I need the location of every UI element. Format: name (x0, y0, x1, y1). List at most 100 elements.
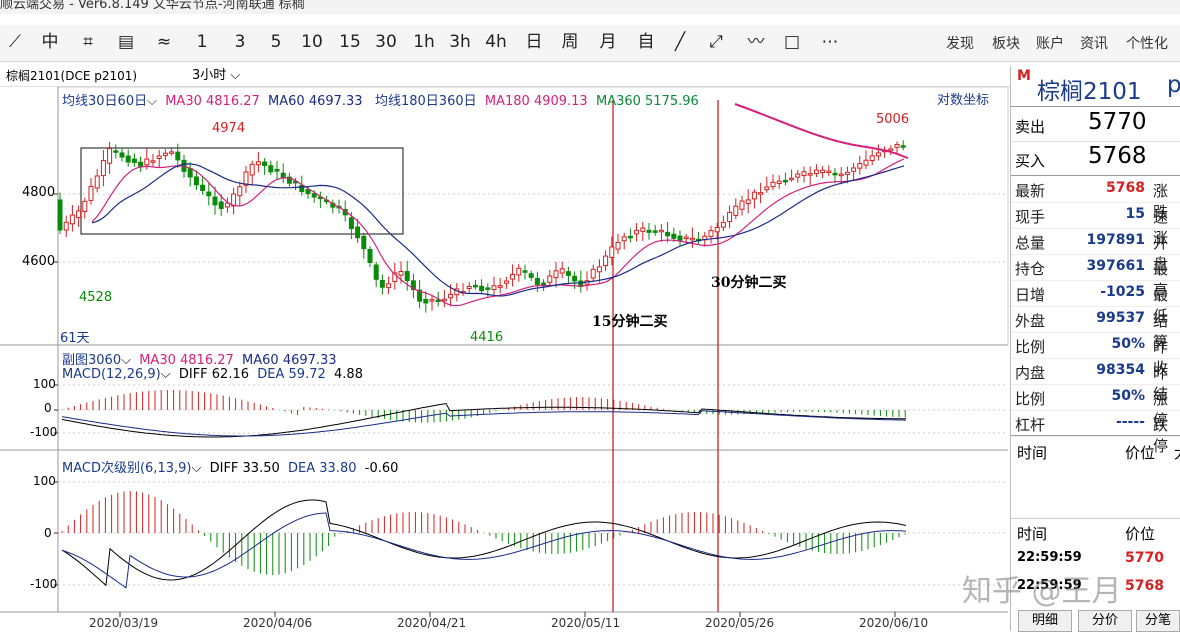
candle-body (677, 235, 683, 241)
low-price-label: 4528 (79, 290, 113, 305)
sell-row[interactable]: 卖出 5770 (1011, 106, 1180, 142)
menu-item[interactable]: 个性化 (1126, 33, 1168, 53)
date-label: 2020/05/11 (551, 616, 621, 630)
candle-body (745, 199, 751, 204)
macd-diff: DIFF 62.16 (178, 367, 250, 382)
candle-body (169, 151, 175, 154)
candle-body (733, 205, 739, 216)
contract-code-tail: p (1167, 72, 1180, 98)
quote-row: 内盘 98354 昨结 (1011, 358, 1180, 403)
quote-row: 现手 15 速涨 (1011, 202, 1180, 247)
quote-row-label: 最新 (1015, 182, 1046, 200)
candle-body (262, 161, 268, 167)
menu-item[interactable]: 账户 (1036, 33, 1064, 53)
candle-body (82, 200, 88, 212)
tab-price-distribution[interactable]: 分价 (1078, 610, 1132, 632)
quote-row: 持仓 397661 最高 (1011, 254, 1180, 299)
macd2-tick-label: -100 (30, 577, 58, 591)
candle-body (813, 169, 819, 174)
candle-body (553, 270, 559, 279)
candle-body (299, 184, 305, 193)
candle-body (398, 270, 404, 276)
date-label: 2020/03/19 (89, 616, 159, 630)
ma-group2-label[interactable]: 均线180日360日 (375, 94, 477, 109)
buy-label: 买入 (1015, 152, 1046, 170)
quote-row-label: 比例 (1015, 390, 1046, 408)
candle-body (348, 217, 354, 230)
candle-body (782, 179, 788, 183)
candle-body (572, 275, 578, 282)
candle-body (739, 200, 745, 210)
candle-body (547, 275, 553, 283)
candle-body (311, 193, 317, 198)
main-legend: 均线30日60日⌵ MA30 4816.27 MA60 4697.33 均线18… (62, 90, 699, 109)
macd-value: 4.88 (334, 367, 363, 382)
candle-body (671, 233, 677, 239)
quote-row-value: -1025 (1100, 284, 1145, 300)
candle-body (88, 185, 94, 201)
quote-row-value: 15 (1125, 206, 1145, 222)
quote-panel: M 棕榈2101 p 卖出 5770 买入 5768 最新 5768 涨跌 现手 15 速… (1010, 66, 1180, 631)
macd2-legend: MACD次级别(6,13,9)⌵ DIFF 33.50 DEA 33.80 -0… (62, 457, 398, 476)
candle-body (268, 165, 274, 173)
date-label: 2020/04/21 (397, 616, 467, 630)
quote-row: 比例 50% 涨停 (1011, 384, 1180, 429)
log-axis-toggle[interactable]: 对数坐标 (937, 89, 989, 108)
candle-body (485, 287, 491, 290)
annotation-15min-buy: 15分钟二买 (592, 314, 668, 330)
ma-group-label[interactable]: 均线30日60日 (62, 94, 147, 109)
candle-body (590, 268, 596, 279)
candle-body (193, 176, 199, 186)
quote-row: 总量 197891 开盘 (1011, 228, 1180, 273)
macd2-title[interactable]: MACD次级别(6,13,9) (62, 461, 191, 476)
quote-row-label: 外盘 (1015, 312, 1046, 330)
candle-body (503, 280, 509, 284)
macd2-tick-label: 0 (44, 526, 52, 540)
sub1-title[interactable]: 副图3060 (62, 353, 121, 368)
quote-row-label: 持仓 (1015, 260, 1046, 278)
candle-body (665, 231, 671, 237)
low-price-label: 4416 (470, 330, 504, 345)
candle-body (243, 171, 249, 186)
candle-body (218, 201, 224, 209)
ma60-label: MA60 4697.33 (268, 94, 363, 109)
candle-body (820, 169, 826, 174)
price-tick-label: 4800 (22, 185, 56, 200)
tab-detail[interactable]: 明细 (1018, 610, 1072, 632)
candle-body (875, 152, 881, 157)
quote-row-value: 5768 (1106, 180, 1145, 196)
menu-item[interactable]: 资讯 (1080, 33, 1108, 53)
candle-body (634, 229, 640, 235)
quote-row-label: 日增 (1015, 286, 1046, 304)
candle-body (689, 237, 695, 241)
quote-row-value: 98354 (1096, 362, 1145, 378)
candle-body (559, 268, 565, 274)
candle-body (255, 161, 261, 166)
macd2-value: -0.60 (364, 461, 399, 476)
macd2-dea: DEA 33.80 (288, 461, 357, 476)
candle-body (646, 229, 652, 233)
candle-body (200, 184, 206, 192)
candle-body (894, 143, 900, 148)
watermark: 知乎 @王月 (962, 574, 1122, 609)
candle-body (640, 227, 646, 232)
macd-title[interactable]: MACD(12,26,9) (62, 367, 161, 382)
sell-price: 5770 (1088, 109, 1147, 135)
buy-row[interactable]: 买入 5768 (1011, 141, 1180, 176)
candle-body (789, 177, 795, 181)
candle-body (522, 270, 528, 273)
candle-body (107, 148, 113, 164)
candle-body (615, 241, 621, 250)
candle-body (801, 171, 807, 177)
candle-body (94, 175, 100, 189)
candle-body (63, 221, 69, 231)
candle-body (379, 280, 385, 288)
candle-body (125, 155, 131, 163)
candle-body (119, 152, 125, 158)
candle-body (150, 160, 156, 163)
tab-tick[interactable]: 分笔 (1136, 610, 1180, 632)
candle-body (565, 271, 571, 276)
candle-body (367, 249, 373, 263)
date-label: 2020/05/26 (705, 616, 775, 630)
candle-body (851, 167, 857, 172)
